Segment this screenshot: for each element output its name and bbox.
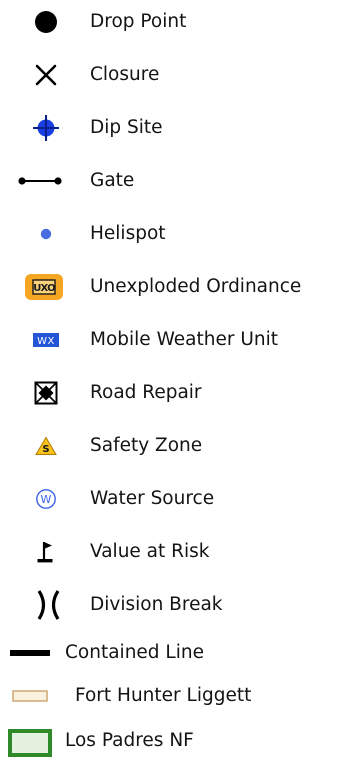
legend-label-fort-hunter-liggett: Fort Hunter Liggett — [75, 685, 252, 706]
legend-label-dip-site: Dip Site — [90, 117, 163, 138]
legend-item-closure: Closure — [0, 55, 359, 95]
legend-label-contained-line: Contained Line — [65, 642, 204, 663]
legend-item-road-repair: Road Repair — [0, 373, 359, 413]
safety-badge-text: S — [42, 444, 49, 455]
legend-label-gate: Gate — [90, 170, 135, 191]
closure-icon — [16, 55, 76, 95]
legend-label-value-at-risk: Value at Risk — [90, 541, 210, 562]
fort-hunter-liggett-icon — [0, 676, 60, 716]
legend-item-safety-zone: S Safety Zone — [0, 426, 359, 466]
drop-point-icon — [16, 2, 76, 42]
dip-site-icon — [16, 108, 76, 148]
los-padres-nf-icon — [0, 721, 60, 761]
legend-item-fort-hunter-liggett: Fort Hunter Liggett — [0, 676, 359, 716]
legend-item-los-padres-nf: Los Padres NF — [0, 721, 359, 761]
legend-label-closure: Closure — [90, 64, 160, 85]
legend-item-gate: Gate — [0, 161, 359, 201]
uxo-badge-text: UXO — [33, 283, 55, 294]
legend-label-los-padres-nf: Los Padres NF — [65, 730, 194, 751]
legend-item-unexploded-ordinance: UXO Unexploded Ordinance — [0, 267, 359, 307]
legend-label-road-repair: Road Repair — [90, 382, 202, 403]
division-break-icon — [18, 585, 78, 625]
legend-item-dip-site: Dip Site — [0, 108, 359, 148]
legend-item-water-source: W Water Source — [0, 479, 359, 519]
legend-label-safety-zone: Safety Zone — [90, 435, 203, 456]
contained-line-icon — [0, 633, 60, 673]
unexploded-ordinance-icon: UXO — [14, 267, 74, 307]
legend-label-mobile-weather-unit: Mobile Weather Unit — [90, 329, 278, 350]
legend-label-water-source: Water Source — [90, 488, 215, 509]
legend-item-drop-point: Drop Point — [0, 2, 359, 42]
legend-item-helispot: Helispot — [0, 214, 359, 254]
legend-item-mobile-weather-unit: WX Mobile Weather Unit — [0, 320, 359, 360]
helispot-icon — [16, 214, 76, 254]
water-badge-text: W — [41, 493, 52, 506]
mobile-weather-unit-icon: WX — [16, 320, 76, 360]
legend-label-unexploded-ordinance: Unexploded Ordinance — [90, 276, 302, 297]
safety-zone-icon: S — [16, 426, 76, 466]
legend-item-division-break: Division Break — [0, 585, 359, 625]
map-legend: Drop Point Closure Dip Site Gate Helispo… — [0, 0, 359, 757]
wx-badge-text: WX — [37, 336, 55, 347]
road-repair-icon — [16, 373, 76, 413]
legend-item-contained-line: Contained Line — [0, 633, 359, 673]
value-at-risk-icon — [16, 532, 76, 572]
legend-label-division-break: Division Break — [90, 594, 223, 615]
legend-label-drop-point: Drop Point — [90, 11, 187, 32]
gate-icon — [10, 161, 70, 201]
legend-item-value-at-risk: Value at Risk — [0, 532, 359, 572]
legend-label-helispot: Helispot — [90, 223, 166, 244]
water-source-icon: W — [16, 479, 76, 519]
